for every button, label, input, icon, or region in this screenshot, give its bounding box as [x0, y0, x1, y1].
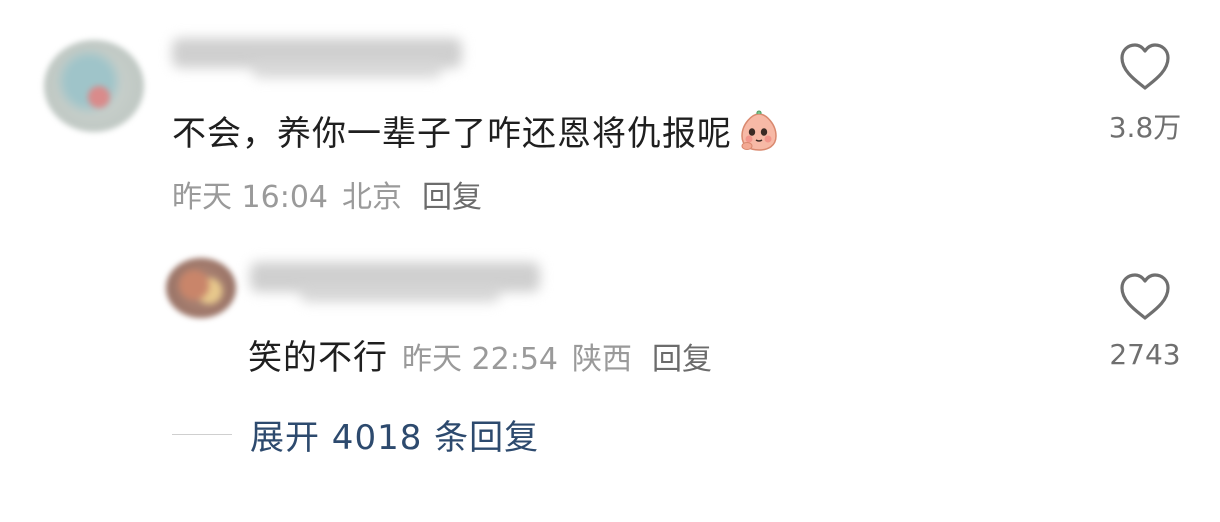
comment-time: 昨天 16:04: [172, 180, 328, 215]
reply-button[interactable]: 回复: [422, 172, 482, 216]
reply-location: 陕西: [572, 342, 632, 377]
reply-meta: 昨天 22:54 陕西 回复: [402, 334, 712, 378]
reply-reply-button[interactable]: 回复: [652, 334, 712, 378]
username-blurred[interactable]: [172, 38, 462, 78]
comment-location: 北京: [342, 180, 402, 215]
reply-like[interactable]: 2743: [1090, 272, 1200, 371]
shy-bun-emoji-icon: [738, 110, 780, 152]
reply-time: 昨天 22:54: [402, 342, 558, 377]
like-count: 3.8万: [1108, 111, 1182, 144]
comment-meta: 昨天 16:04 北京 回复: [172, 172, 482, 216]
avatar[interactable]: [44, 40, 144, 132]
comment-like[interactable]: 3.8万: [1090, 42, 1200, 146]
reply-like-count: 2743: [1109, 338, 1181, 371]
comment-text: 不会，养你一辈子了咋还恩将仇报呢: [172, 106, 780, 155]
divider-line: [172, 434, 232, 435]
reply-item: 笑的不行 昨天 22:54 陕西 回复: [248, 330, 712, 379]
expand-replies[interactable]: 展开 4018 条回复: [172, 410, 539, 459]
reply-text: 笑的不行: [248, 338, 388, 378]
reply-username-blurred[interactable]: [250, 262, 540, 302]
heart-icon[interactable]: [1118, 42, 1172, 92]
comment-body: 不会，养你一辈子了咋还恩将仇报呢: [172, 114, 732, 154]
heart-icon[interactable]: [1118, 272, 1172, 322]
expand-replies-link[interactable]: 展开 4018 条回复: [250, 410, 539, 459]
reply-avatar[interactable]: [166, 258, 236, 318]
